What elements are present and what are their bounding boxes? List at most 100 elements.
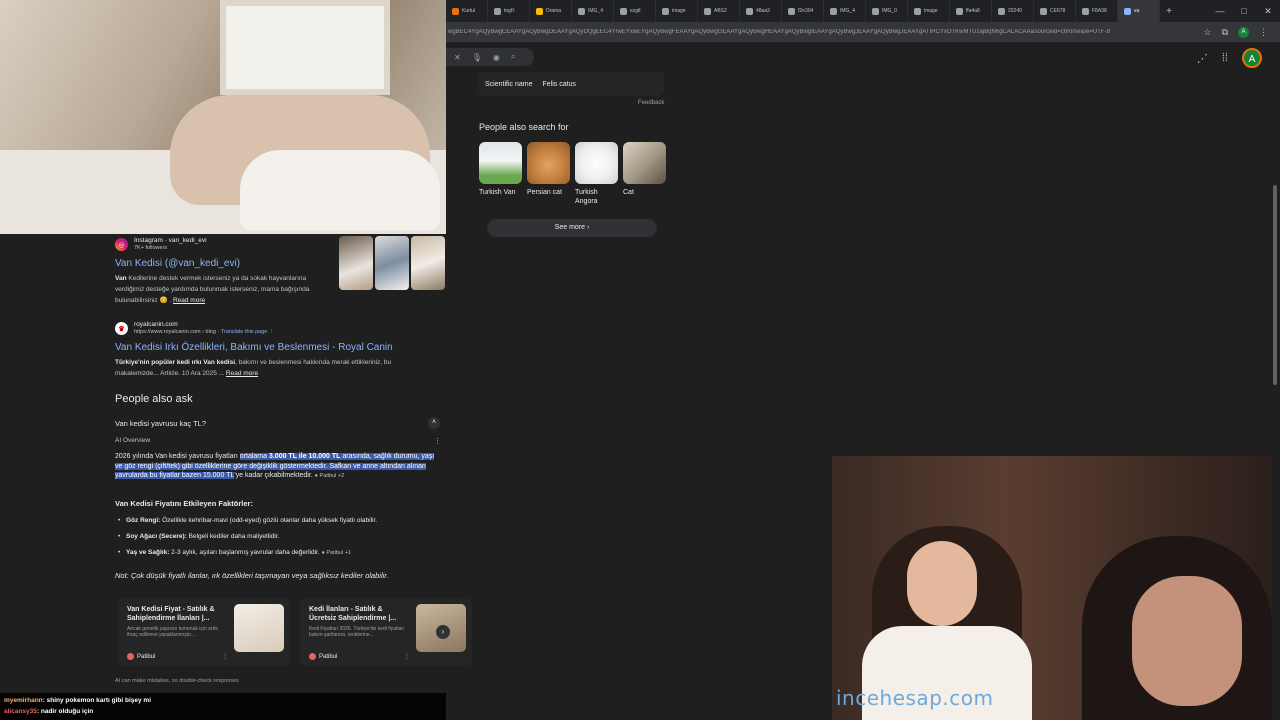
pas-item-cat[interactable]: Cat	[623, 142, 666, 206]
extensions-icon[interactable]: ⧉	[1222, 27, 1228, 38]
screen: Kurtul togIf. Drama IMG_4 ezgif. image ABS2 48a…	[0, 0, 1280, 720]
translate-link[interactable]: Translate this page	[221, 329, 268, 335]
patibul-icon	[127, 653, 134, 660]
browser-tab[interactable]: ABS2	[698, 0, 740, 22]
browser-tab[interactable]: ezgif.	[614, 0, 656, 22]
browser-tab[interactable]: CE678	[1034, 0, 1076, 22]
minimize-icon[interactable]: —	[1208, 0, 1232, 22]
browser-tab[interactable]: F8A38	[1076, 0, 1118, 22]
browser-tab[interactable]: 20240	[992, 0, 1034, 22]
ai-overview-body: 2026 yılında Van kedisi yavrusu fiyatlar…	[115, 452, 437, 482]
pas-item-turkish-van[interactable]: Turkish Van	[479, 142, 522, 206]
result-source[interactable]: Instagram · van_kedi_evi	[134, 237, 207, 245]
browser-tab[interactable]: image	[908, 0, 950, 22]
tab-label: Kurtul	[462, 8, 476, 14]
result-followers: 7K+ followers	[134, 245, 168, 251]
tab-label: f2e304	[798, 8, 814, 14]
browser-tab[interactable]: Drama	[530, 0, 572, 22]
result-source[interactable]: royalcanin.com	[134, 321, 274, 329]
result-royal-canin: ♛ royalcanin.com https://www.royalcanin.…	[115, 321, 445, 379]
bullet-bold: Yaş ve Sağlık:	[126, 549, 170, 556]
browser-tab[interactable]: IMG_4	[572, 0, 614, 22]
ai-overview-label: AI Overview	[115, 437, 151, 444]
apps-grid-icon[interactable]: ⁞⁞	[1222, 52, 1228, 64]
card-source: Patibul	[309, 653, 337, 660]
turkish-angora-image	[575, 142, 618, 184]
cat-photo-2[interactable]	[375, 236, 409, 290]
citation-chip[interactable]: ● Patibul +1	[321, 550, 350, 556]
card-image	[234, 604, 284, 652]
url-field[interactable]: wgBEC4YgAQyBwgCEAAYgAQyBwgDEAAYgAQyDQgEE…	[446, 29, 1203, 35]
browser-tab[interactable]: IMG_0	[866, 0, 908, 22]
cat-image	[623, 142, 666, 184]
ai-disclaimer: AI can make mistakes, so double-check re…	[115, 678, 239, 684]
sponsor-logo: incehesap.com	[836, 686, 994, 710]
browser-tab[interactable]: ffa4a8	[950, 0, 992, 22]
lens-icon[interactable]: ◉	[493, 53, 500, 62]
cat-photo-1[interactable]	[339, 236, 373, 290]
scientific-name-value[interactable]: Felis catus	[542, 81, 575, 88]
tab-favicon-icon	[914, 7, 921, 15]
card-more-icon[interactable]: ⋮	[404, 653, 410, 660]
search-box-tail[interactable]: ✕ 🎙 ◉ ⌕	[446, 48, 534, 66]
result-title-link[interactable]: Van Kedisi Irkı Özellikleri, Bakımı ve B…	[115, 342, 445, 353]
bullet-bold: Göz Rengi:	[126, 517, 161, 524]
share-icon[interactable]: ⋰	[1197, 52, 1208, 65]
chat-message: myemirhann: shiny pokemon kartı gibi biş…	[4, 695, 442, 706]
read-more-link[interactable]: Read more	[173, 297, 205, 304]
cat-photo-3[interactable]	[411, 236, 445, 290]
chat-text: : shiny pokemon kartı gibi bişey mi	[42, 697, 152, 704]
factors-heading: Van Kedisi Fiyatını Etkileyen Faktörler:	[115, 499, 253, 508]
paa-question[interactable]: Van kedisi yavrusu kaç TL? ˄	[115, 417, 440, 429]
turkish-van-image	[479, 142, 522, 184]
shirt-shape	[240, 150, 440, 230]
feedback-link[interactable]: Feedback	[638, 100, 664, 106]
account-avatar[interactable]: A	[1242, 48, 1262, 68]
browser-tab[interactable]: 48aa2	[740, 0, 782, 22]
new-tab-button[interactable]: +	[1160, 6, 1178, 17]
card-snippet: Kedi Fiyatları 2026. Türkiye'de kedi fiy…	[309, 626, 405, 638]
pas-item-label: Cat	[623, 189, 634, 196]
browser-tab[interactable]: image	[656, 0, 698, 22]
result-snippet: Türkiye'nin popüler kedi ırkı Van kedisi…	[115, 357, 415, 379]
more-icon[interactable]: ⋮	[269, 329, 275, 335]
chevron-up-icon[interactable]: ˄	[428, 417, 440, 429]
list-item: Yaş ve Sağlık: 2-3 aylık, aşıları başlan…	[118, 549, 441, 556]
menu-icon[interactable]: ⋮	[1259, 27, 1268, 38]
tab-favicon-icon	[704, 7, 711, 15]
tab-label: F8A38	[1092, 8, 1107, 14]
bookmark-star-icon[interactable]: ☆	[1203, 27, 1211, 38]
tab-favicon-icon	[1082, 7, 1089, 15]
pas-item-turkish-angora[interactable]: Turkish Angora	[575, 142, 618, 206]
ai-text-pre: 2026 yılında Van kedisi yavrusu fiyatlar…	[115, 453, 240, 460]
maximize-icon[interactable]: □	[1232, 0, 1256, 22]
people-also-search-list: Turkish Van Persian cat Turkish Angora C…	[479, 142, 666, 206]
see-more-button[interactable]: See more ›	[487, 219, 657, 237]
close-window-icon[interactable]: ✕	[1256, 0, 1280, 22]
profile-avatar[interactable]: A	[1238, 26, 1249, 38]
card-source-label: Patibul	[319, 653, 338, 660]
browser-tab[interactable]: f2e304	[782, 0, 824, 22]
source-card[interactable]: Van Kedisi Fiyat - Satılık & Sahiplendir…	[118, 598, 290, 666]
list-item: Göz Rengi: Özellikle kehribar-mavi (odd-…	[118, 517, 441, 524]
browser-tab[interactable]: va	[1118, 0, 1160, 22]
card-more-icon[interactable]: ⋮	[222, 653, 228, 660]
page-scrollbar[interactable]	[1273, 185, 1277, 385]
browser-tab[interactable]: Kurtul	[446, 0, 488, 22]
result-url: https://www.royalcanin.com › blog · Tran…	[134, 329, 275, 335]
mic-icon[interactable]: 🎙	[472, 53, 482, 62]
tab-label: ABS2	[714, 8, 727, 14]
snippet-text: Kedilerine destek vermek isterseniz ya d…	[115, 275, 310, 304]
chevron-right-icon[interactable]: ›	[436, 625, 450, 639]
scientific-name-row: Scientific name Felis catus	[478, 72, 664, 96]
browser-tab[interactable]: IMG_4	[824, 0, 866, 22]
read-more-link[interactable]: Read more	[226, 370, 258, 377]
citation-chip[interactable]: ● Patibul +2	[315, 473, 344, 479]
ai-more-icon[interactable]: ⋮	[434, 437, 441, 445]
pas-item-persian-cat[interactable]: Persian cat	[527, 142, 570, 206]
search-icon[interactable]: ⌕	[511, 52, 515, 62]
pas-item-label: Turkish Angora	[575, 189, 598, 205]
browser-tab[interactable]: togIf.	[488, 0, 530, 22]
clear-icon[interactable]: ✕	[454, 53, 461, 62]
tab-favicon-icon	[956, 7, 963, 15]
